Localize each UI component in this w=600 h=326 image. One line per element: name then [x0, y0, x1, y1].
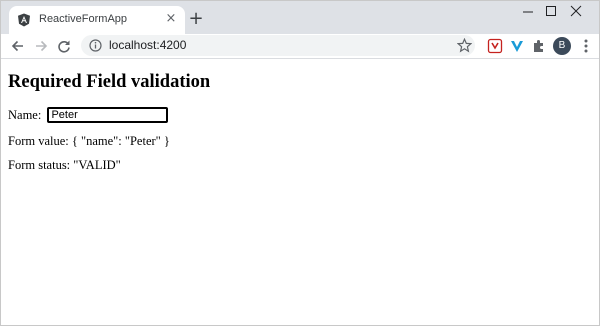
pdf-extension-icon[interactable] — [487, 38, 503, 54]
browser-tab[interactable]: ReactiveFormApp × — [9, 6, 185, 34]
new-tab-button[interactable]: + — [187, 10, 205, 28]
form-value-text: Form value: { "name": "Peter" } — [8, 134, 170, 148]
form-status-text: Form status: "VALID" — [8, 158, 121, 172]
info-icon[interactable] — [89, 39, 102, 52]
name-label: Name: — [8, 107, 42, 122]
bookmark-star-icon[interactable] — [457, 38, 472, 53]
reload-icon[interactable] — [56, 38, 72, 54]
angular-logo-icon — [18, 13, 30, 27]
profile-avatar[interactable]: B — [553, 37, 571, 55]
name-row: Name: — [8, 107, 169, 124]
v-extension-icon[interactable] — [509, 38, 525, 54]
address-bar[interactable]: localhost:4200 — [81, 35, 475, 56]
back-arrow-icon[interactable] — [10, 38, 26, 54]
tab-close-icon[interactable]: × — [164, 12, 178, 26]
tab-strip: ReactiveFormApp × + — [1, 1, 599, 34]
close-window-icon[interactable] — [553, 1, 599, 25]
kebab-menu-icon[interactable] — [579, 38, 593, 54]
url-text: localhost:4200 — [109, 38, 187, 52]
page-content: Required Field validation Name: Form val… — [1, 59, 599, 325]
forward-arrow-icon[interactable] — [33, 38, 49, 54]
name-input[interactable] — [47, 107, 169, 124]
puzzle-extensions-icon[interactable] — [531, 38, 547, 54]
browser-window: ReactiveFormApp × + localhost:4200 B Req… — [0, 0, 600, 326]
page-heading: Required Field validation — [8, 72, 211, 92]
tab-title: ReactiveFormApp — [39, 13, 128, 25]
browser-toolbar: localhost:4200 B — [1, 34, 599, 59]
